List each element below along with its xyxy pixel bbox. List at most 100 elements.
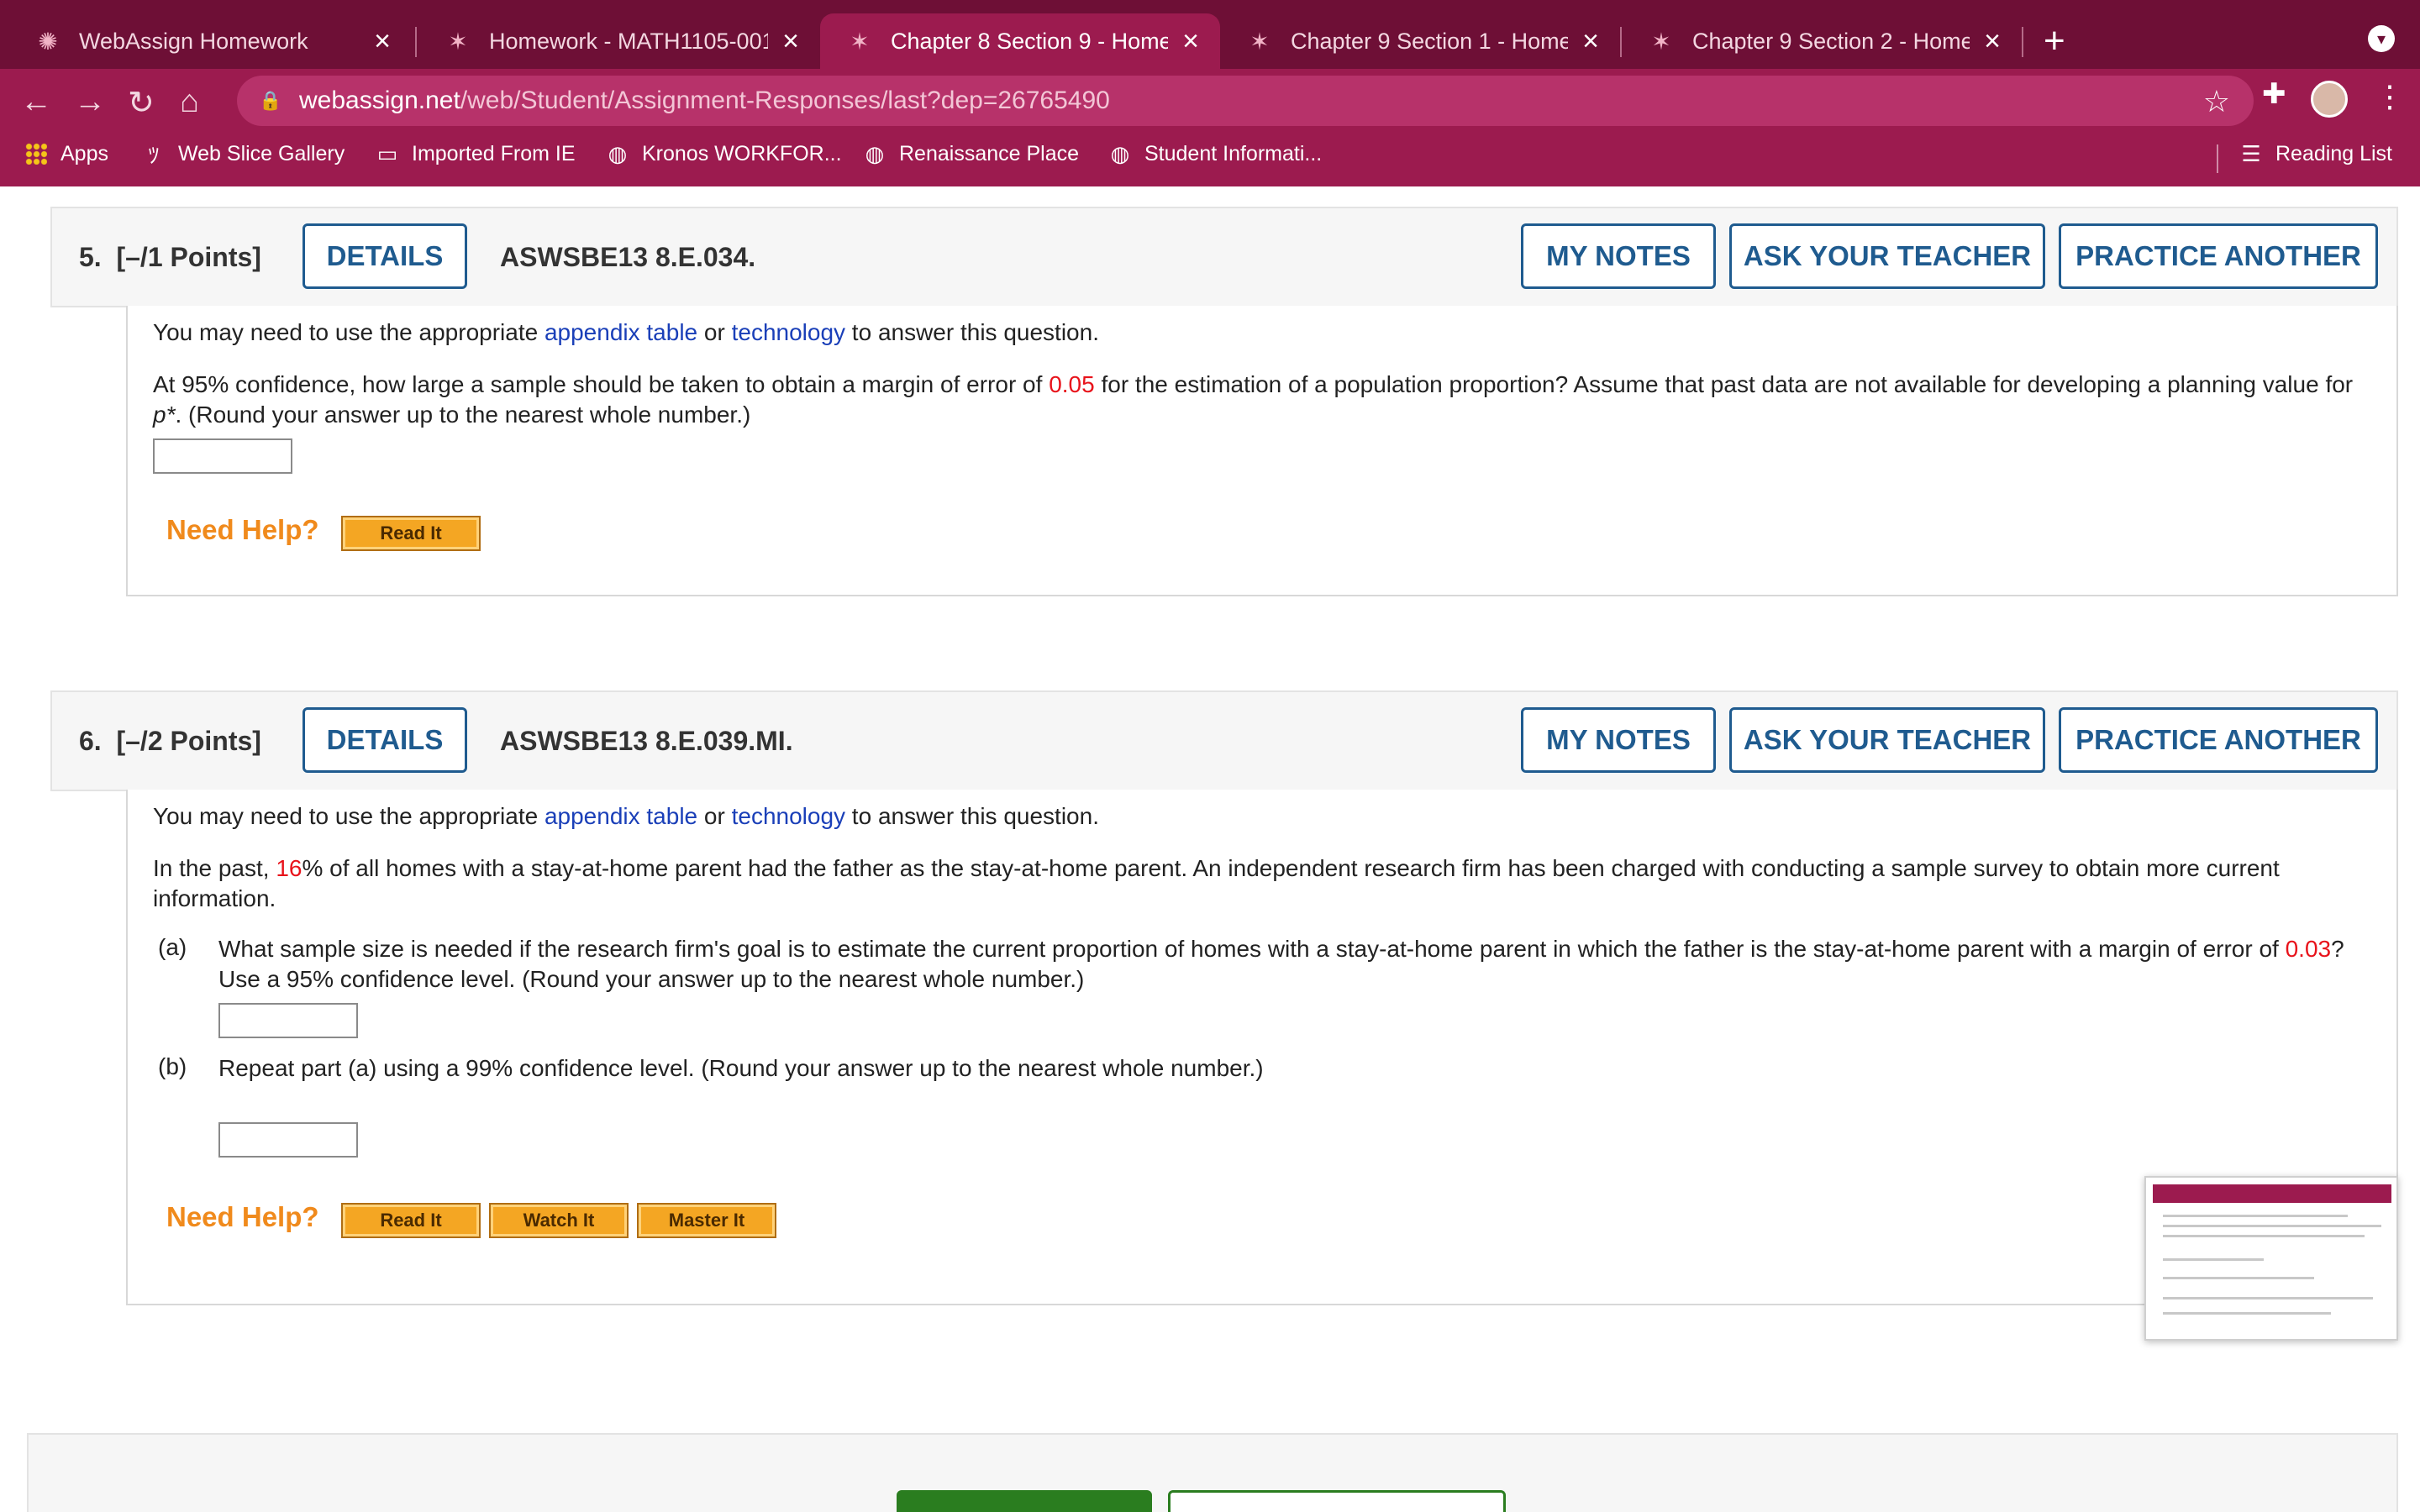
question-5: 5. [–/1 Points] DETAILS ASWSBE13 8.E.034… — [50, 207, 2398, 596]
question-body: You may need to use the appropriate appe… — [126, 306, 2398, 596]
home-icon[interactable]: ⌂ — [180, 84, 199, 120]
extensions-puzzle-icon[interactable]: ✚ — [2262, 77, 2286, 111]
webassign-icon: ✶ — [850, 28, 870, 55]
practice-another-button[interactable]: PRACTICE ANOTHER — [2059, 223, 2378, 289]
screenshot-thumbnail[interactable] — [2144, 1176, 2398, 1341]
tab-webassign-homework[interactable]: ✺ WebAssign Homework × — [8, 13, 412, 69]
ask-your-teacher-button[interactable]: ASK YOUR TEACHER — [1729, 223, 2045, 289]
appendix-table-link[interactable]: appendix table — [544, 319, 697, 345]
browser-toolbar: ← → ↻ ⌂ 🔒 webassign.net/web/Student/Assi… — [0, 69, 2420, 133]
bookmark-label: Student Informati... — [1144, 141, 1323, 165]
apps-grid-icon — [24, 141, 49, 166]
bookmark-kronos[interactable]: ◍ Kronos WORKFOR... — [605, 141, 842, 166]
watch-it-button[interactable]: Watch It — [489, 1203, 629, 1238]
technology-link[interactable]: technology — [732, 803, 845, 829]
tab-separator — [2022, 27, 2023, 57]
my-notes-button[interactable]: MY NOTES — [1521, 223, 1716, 289]
part-b-text: Repeat part (a) using a 99% confidence l… — [218, 1055, 1264, 1081]
bookmark-student-information[interactable]: ◍ Student Informati... — [1107, 140, 1323, 166]
bookmark-imported-from-ie[interactable]: ▭ Imported From IE — [375, 141, 576, 166]
tab-title: Homework - MATH1105-001, S — [489, 28, 768, 54]
bookmark-apps[interactable]: Apps — [24, 141, 108, 166]
bookmark-label: Kronos WORKFOR... — [642, 141, 842, 165]
question-code: ASWSBE13 8.E.039.MI. — [500, 726, 793, 756]
reload-icon[interactable]: ↻ — [128, 84, 155, 122]
past-percentage-value: 16 — [276, 855, 302, 881]
tab-separator — [415, 27, 417, 57]
bookmark-label: Renaissance Place — [899, 141, 1080, 165]
part-b-label: (b) — [158, 1053, 187, 1079]
tab-chapter-9-section-2[interactable]: ✶ Chapter 9 Section 2 - Homewo × — [1622, 13, 2022, 69]
url-host: webassign.net — [299, 87, 460, 114]
reading-list-icon: ☰ — [2241, 140, 2261, 166]
lock-icon: 🔒 — [259, 90, 282, 111]
tab-title: Chapter 8 Section 9 - Homewo — [891, 28, 1168, 54]
webassign-icon: ✶ — [1651, 28, 1671, 55]
question-body: You may need to use the appropriate appe… — [126, 790, 2398, 1305]
forward-arrow-icon[interactable]: → — [74, 84, 106, 120]
url-path: /web/Student/Assignment-Responses/last?d… — [460, 87, 1110, 114]
read-it-button[interactable]: Read It — [341, 1203, 481, 1238]
tab-title: Chapter 9 Section 1 - Homewo — [1291, 28, 1568, 54]
globe-icon: ◍ — [1110, 140, 1130, 166]
thumbnail-line — [2163, 1277, 2314, 1279]
my-notes-button[interactable]: MY NOTES — [1521, 707, 1716, 773]
close-icon[interactable]: × — [1980, 25, 2005, 58]
globe-icon: ◍ — [608, 140, 628, 166]
tab-title: Chapter 9 Section 2 - Homewo — [1692, 28, 1970, 54]
bookmark-label: Imported From IE — [412, 141, 576, 165]
bookmark-star-icon[interactable]: ☆ — [2203, 84, 2230, 119]
question-intro: You may need to use the appropriate appe… — [153, 319, 1099, 345]
question-6: 6. [–/2 Points] DETAILS ASWSBE13 8.E.039… — [50, 690, 2398, 1305]
practice-another-button[interactable]: PRACTICE ANOTHER — [2059, 707, 2378, 773]
question-header: 6. [–/2 Points] DETAILS ASWSBE13 8.E.039… — [50, 690, 2398, 791]
bookmarks-bar: Apps ﾂ Web Slice Gallery ▭ Imported From… — [0, 138, 2420, 178]
read-it-button[interactable]: Read It — [341, 516, 481, 551]
profile-avatar[interactable] — [2311, 81, 2348, 118]
appendix-table-link[interactable]: appendix table — [544, 803, 697, 829]
bookmark-label: Web Slice Gallery — [178, 141, 345, 165]
reading-list[interactable]: ☰ Reading List — [2238, 141, 2392, 166]
close-icon[interactable]: × — [370, 25, 395, 58]
part-a-margin-value: 0.03 — [2285, 936, 2332, 962]
ask-your-teacher-button[interactable]: ASK YOUR TEACHER — [1729, 707, 2045, 773]
webassign-icon: ✺ — [38, 28, 58, 55]
save-assignment-button[interactable] — [1168, 1490, 1506, 1512]
close-icon[interactable]: × — [778, 25, 803, 58]
submit-assignment-button[interactable] — [897, 1490, 1152, 1512]
tab-homework-math1105[interactable]: ✶ Homework - MATH1105-001, S × — [418, 13, 820, 69]
thumbnail-line — [2163, 1235, 2365, 1237]
web-slice-icon: ﾂ — [148, 142, 160, 168]
reading-list-label: Reading List — [2275, 141, 2392, 165]
master-it-button[interactable]: Master It — [637, 1203, 776, 1238]
tab-chapter-8-section-9[interactable]: ✶ Chapter 8 Section 9 - Homewo × — [820, 13, 1220, 69]
bookmark-renaissance-place[interactable]: ◍ Renaissance Place — [862, 141, 1079, 166]
details-button[interactable]: DETAILS — [302, 223, 467, 289]
tab-title: WebAssign Homework — [79, 28, 308, 54]
need-help-label: Need Help? — [166, 1201, 319, 1232]
new-tab-button[interactable]: + — [2044, 20, 2065, 62]
part-b-answer-input[interactable] — [218, 1122, 358, 1158]
margin-of-error-value: 0.05 — [1049, 371, 1095, 397]
webassign-icon: ✶ — [448, 28, 468, 55]
thumbnail-toolbar — [2153, 1184, 2391, 1203]
need-help-label: Need Help? — [166, 514, 319, 545]
technology-link[interactable]: technology — [732, 319, 845, 345]
tab-search-icon[interactable]: ▾ — [2368, 25, 2395, 52]
thumbnail-line — [2163, 1225, 2381, 1227]
question-number-points: 5. [–/1 Points] — [79, 242, 261, 272]
answer-input[interactable] — [153, 438, 292, 474]
browser-menu-icon[interactable]: ⋮ — [2375, 79, 2405, 114]
close-icon[interactable]: × — [1578, 25, 1603, 58]
bookmark-web-slice-gallery[interactable]: ﾂ Web Slice Gallery — [141, 141, 345, 168]
bookmark-label: Apps — [60, 141, 108, 165]
part-a-answer-input[interactable] — [218, 1003, 358, 1038]
tab-chapter-9-section-1[interactable]: ✶ Chapter 9 Section 1 - Homewo × — [1220, 13, 1620, 69]
question-code: ASWSBE13 8.E.034. — [500, 242, 756, 272]
globe-icon: ◍ — [865, 140, 885, 166]
details-button[interactable]: DETAILS — [302, 707, 467, 773]
address-bar[interactable]: 🔒 webassign.net/web/Student/Assignment-R… — [237, 76, 2254, 126]
close-icon[interactable]: × — [1178, 25, 1203, 58]
question-text: At 95% confidence, how large a sample sh… — [153, 371, 2354, 428]
back-arrow-icon[interactable]: ← — [20, 84, 52, 120]
